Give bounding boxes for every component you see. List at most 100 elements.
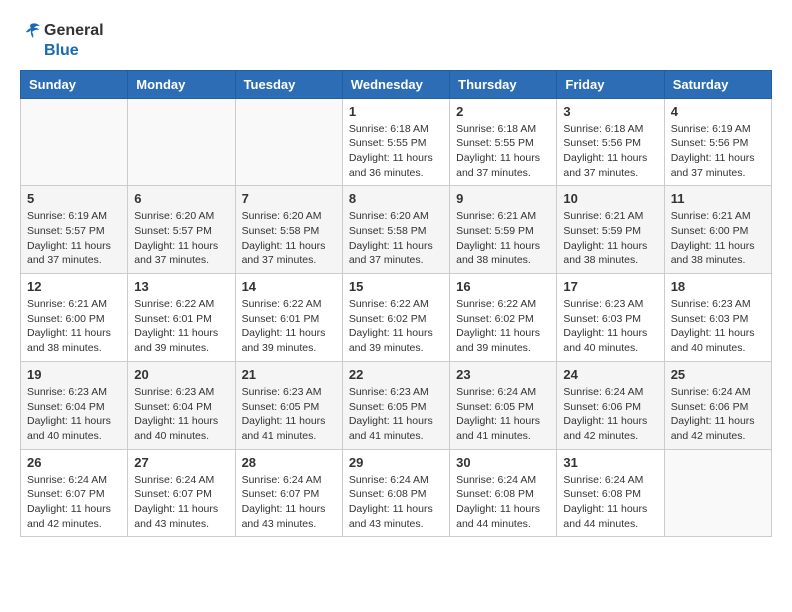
calendar-cell: 4Sunrise: 6:19 AM Sunset: 5:56 PM Daylig… [664, 98, 771, 186]
calendar-cell: 8Sunrise: 6:20 AM Sunset: 5:58 PM Daylig… [342, 186, 449, 274]
day-number: 10 [563, 191, 657, 206]
day-info: Sunrise: 6:23 AM Sunset: 6:03 PM Dayligh… [563, 297, 657, 356]
day-info: Sunrise: 6:18 AM Sunset: 5:55 PM Dayligh… [349, 122, 443, 181]
calendar-cell: 31Sunrise: 6:24 AM Sunset: 6:08 PM Dayli… [557, 449, 664, 537]
day-number: 17 [563, 279, 657, 294]
weekday-header-row: SundayMondayTuesdayWednesdayThursdayFrid… [21, 70, 772, 98]
day-number: 24 [563, 367, 657, 382]
day-number: 16 [456, 279, 550, 294]
day-info: Sunrise: 6:22 AM Sunset: 6:01 PM Dayligh… [242, 297, 336, 356]
weekday-header-tuesday: Tuesday [235, 70, 342, 98]
day-number: 26 [27, 455, 121, 470]
calendar-cell: 15Sunrise: 6:22 AM Sunset: 6:02 PM Dayli… [342, 274, 449, 362]
day-info: Sunrise: 6:22 AM Sunset: 6:02 PM Dayligh… [349, 297, 443, 356]
day-number: 18 [671, 279, 765, 294]
day-number: 29 [349, 455, 443, 470]
day-info: Sunrise: 6:24 AM Sunset: 6:06 PM Dayligh… [563, 385, 657, 444]
calendar-cell: 27Sunrise: 6:24 AM Sunset: 6:07 PM Dayli… [128, 449, 235, 537]
calendar-cell: 28 Sunrise: 6:24 AM Sunset: 6:07 PM Dayli… [235, 449, 342, 537]
day-info: Sunrise: 6:22 AM Sunset: 6:01 PM Dayligh… [134, 297, 228, 356]
weekday-header-saturday: Saturday [664, 70, 771, 98]
calendar-cell: 21 Sunrise: 6:23 AM Sunset: 6:05 PM Dayli… [235, 361, 342, 449]
day-info: Sunrise: 6:24 AM Sunset: 6:06 PM Dayligh… [671, 385, 765, 444]
day-number: 8 [349, 191, 443, 206]
day-number: 28 [242, 455, 336, 470]
calendar-cell: 13 Sunrise: 6:22 AM Sunset: 6:01 PM Dayli… [128, 274, 235, 362]
logo-blue-text: Blue [44, 42, 104, 60]
day-info: Sunrise: 6:21 AM Sunset: 6:00 PM Dayligh… [671, 209, 765, 268]
page-header: General Blue [20, 20, 772, 60]
day-number: 5 [27, 191, 121, 206]
day-info: Sunrise: 6:18 AM Sunset: 5:56 PM Dayligh… [563, 122, 657, 181]
calendar-cell [128, 98, 235, 186]
day-number: 22 [349, 367, 443, 382]
calendar-cell: 18 Sunrise: 6:23 AM Sunset: 6:03 PM Dayli… [664, 274, 771, 362]
calendar-cell: 9 Sunrise: 6:21 AM Sunset: 5:59 PM Daylig… [450, 186, 557, 274]
calendar-cell: 16 Sunrise: 6:22 AM Sunset: 6:02 PM Dayli… [450, 274, 557, 362]
day-number: 31 [563, 455, 657, 470]
logo-general-text: General [44, 22, 104, 40]
week-row-5: 26 Sunrise: 6:24 AM Sunset: 6:07 PM Dayli… [21, 449, 772, 537]
day-number: 9 [456, 191, 550, 206]
day-number: 27 [134, 455, 228, 470]
week-row-1: 1 Sunrise: 6:18 AM Sunset: 5:55 PM Daylig… [21, 98, 772, 186]
day-number: 20 [134, 367, 228, 382]
day-number: 19 [27, 367, 121, 382]
week-row-3: 12 Sunrise: 6:21 AM Sunset: 6:00 PM Dayli… [21, 274, 772, 362]
day-info: Sunrise: 6:21 AM Sunset: 5:59 PM Dayligh… [456, 209, 550, 268]
day-info: Sunrise: 6:24 AM Sunset: 6:05 PM Dayligh… [456, 385, 550, 444]
day-number: 30 [456, 455, 550, 470]
day-info: Sunrise: 6:24 AM Sunset: 6:07 PM Dayligh… [27, 473, 121, 532]
calendar-cell: 1 Sunrise: 6:18 AM Sunset: 5:55 PM Daylig… [342, 98, 449, 186]
day-number: 13 [134, 279, 228, 294]
calendar-cell: 6Sunrise: 6:20 AM Sunset: 5:57 PM Daylig… [128, 186, 235, 274]
calendar-cell: 7 Sunrise: 6:20 AM Sunset: 5:58 PM Daylig… [235, 186, 342, 274]
week-row-4: 19 Sunrise: 6:23 AM Sunset: 6:04 PM Dayli… [21, 361, 772, 449]
calendar-cell [664, 449, 771, 537]
calendar-cell: 5 Sunrise: 6:19 AM Sunset: 5:57 PM Daylig… [21, 186, 128, 274]
weekday-header-friday: Friday [557, 70, 664, 98]
calendar-cell: 19 Sunrise: 6:23 AM Sunset: 6:04 PM Dayli… [21, 361, 128, 449]
calendar-cell: 26 Sunrise: 6:24 AM Sunset: 6:07 PM Dayli… [21, 449, 128, 537]
calendar-cell: 2Sunrise: 6:18 AM Sunset: 5:55 PM Daylig… [450, 98, 557, 186]
day-info: Sunrise: 6:24 AM Sunset: 6:08 PM Dayligh… [349, 473, 443, 532]
calendar-cell: 20Sunrise: 6:23 AM Sunset: 6:04 PM Dayli… [128, 361, 235, 449]
day-info: Sunrise: 6:20 AM Sunset: 5:57 PM Dayligh… [134, 209, 228, 268]
day-number: 21 [242, 367, 336, 382]
weekday-header-wednesday: Wednesday [342, 70, 449, 98]
day-number: 4 [671, 104, 765, 119]
day-info: Sunrise: 6:24 AM Sunset: 6:07 PM Dayligh… [242, 473, 336, 532]
week-row-2: 5 Sunrise: 6:19 AM Sunset: 5:57 PM Daylig… [21, 186, 772, 274]
day-info: Sunrise: 6:23 AM Sunset: 6:05 PM Dayligh… [242, 385, 336, 444]
day-info: Sunrise: 6:21 AM Sunset: 6:00 PM Dayligh… [27, 297, 121, 356]
weekday-header-thursday: Thursday [450, 70, 557, 98]
calendar-cell: 12 Sunrise: 6:21 AM Sunset: 6:00 PM Dayli… [21, 274, 128, 362]
day-number: 1 [349, 104, 443, 119]
day-number: 2 [456, 104, 550, 119]
day-info: Sunrise: 6:24 AM Sunset: 6:08 PM Dayligh… [456, 473, 550, 532]
day-number: 7 [242, 191, 336, 206]
calendar-cell: 25Sunrise: 6:24 AM Sunset: 6:06 PM Dayli… [664, 361, 771, 449]
calendar-cell: 17 Sunrise: 6:23 AM Sunset: 6:03 PM Dayli… [557, 274, 664, 362]
weekday-header-monday: Monday [128, 70, 235, 98]
day-info: Sunrise: 6:19 AM Sunset: 5:57 PM Dayligh… [27, 209, 121, 268]
calendar-cell: 30 Sunrise: 6:24 AM Sunset: 6:08 PM Dayli… [450, 449, 557, 537]
calendar-cell: 24 Sunrise: 6:24 AM Sunset: 6:06 PM Dayli… [557, 361, 664, 449]
day-info: Sunrise: 6:22 AM Sunset: 6:02 PM Dayligh… [456, 297, 550, 356]
calendar-cell: 22 Sunrise: 6:23 AM Sunset: 6:05 PM Dayli… [342, 361, 449, 449]
logo-bird-icon [20, 20, 42, 42]
day-info: Sunrise: 6:20 AM Sunset: 5:58 PM Dayligh… [242, 209, 336, 268]
day-info: Sunrise: 6:21 AM Sunset: 5:59 PM Dayligh… [563, 209, 657, 268]
calendar-cell [235, 98, 342, 186]
day-info: Sunrise: 6:23 AM Sunset: 6:05 PM Dayligh… [349, 385, 443, 444]
logo: General Blue [20, 20, 104, 60]
calendar-cell: 3Sunrise: 6:18 AM Sunset: 5:56 PM Daylig… [557, 98, 664, 186]
day-info: Sunrise: 6:23 AM Sunset: 6:04 PM Dayligh… [27, 385, 121, 444]
weekday-header-sunday: Sunday [21, 70, 128, 98]
calendar-cell: 10 Sunrise: 6:21 AM Sunset: 5:59 PM Dayli… [557, 186, 664, 274]
calendar-cell [21, 98, 128, 186]
calendar-cell: 11Sunrise: 6:21 AM Sunset: 6:00 PM Dayli… [664, 186, 771, 274]
day-number: 12 [27, 279, 121, 294]
day-info: Sunrise: 6:23 AM Sunset: 6:03 PM Dayligh… [671, 297, 765, 356]
day-number: 14 [242, 279, 336, 294]
